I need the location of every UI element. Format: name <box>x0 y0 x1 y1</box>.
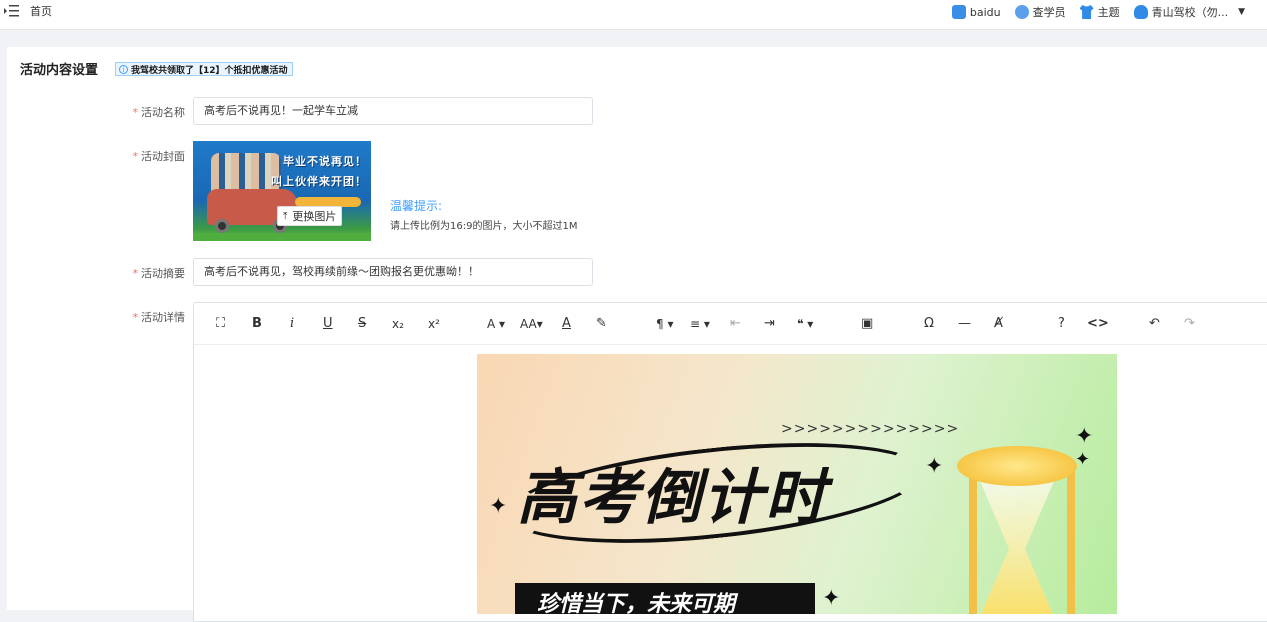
content-panel: 活动内容设置 i 我驾校共领取了【12】个抵扣优惠活动 * 活动名称 高考后不说再… <box>7 47 1267 622</box>
activity-summary-label: * 活动摘要 <box>132 267 186 280</box>
rich-text-editor[interactable]: ⛶ B i U S x₂ x² A ▾ AA▾ A ✎ ¶ ▾ ≡ ▾ ⇤ ⇥ … <box>193 302 1267 622</box>
top-bar: 首页 baidu 查学员 主题 青山驾校（勿... ▼ <box>0 0 1267 30</box>
cover-image[interactable]: 毕业不说再见！ 叫上伙伴来开团！ <box>193 141 371 241</box>
search-user-icon <box>1014 5 1029 19</box>
tip-text: 请上传比例为16:9的图片，大小不超过1M <box>390 221 578 232</box>
user-menu[interactable]: 青山驾校（勿... ▼ <box>1133 4 1253 20</box>
align-button[interactable]: ≡ ▾ <box>690 315 710 333</box>
tip-title: 温馨提示: <box>390 199 443 213</box>
theme-link[interactable]: 主题 <box>1079 4 1120 20</box>
editor-content-image[interactable]: >>>>>>>>>>>>>> 高考倒计时 ✦ ✦ ✦ ✦ ✦ 珍惜当下，未来可期 <box>477 354 1117 614</box>
remove-format-button[interactable]: Ⱥ <box>994 315 1003 333</box>
theme-shirt-icon <box>1079 5 1094 19</box>
search-student-link[interactable]: 查学员 <box>1014 4 1066 20</box>
info-icon: i <box>119 64 128 74</box>
sparkle-icon: ✦ <box>925 454 944 479</box>
user-avatar-icon <box>1133 5 1148 19</box>
sparkle-icon: ✦ <box>822 586 841 611</box>
home-tab[interactable]: 首页 <box>30 3 52 19</box>
baidu-icon <box>951 5 966 19</box>
top-right-menu: baidu 查学员 主题 青山驾校（勿... ▼ <box>951 2 1267 22</box>
activity-cover-label: * 活动封面 <box>132 150 186 163</box>
decorative-arrows: >>>>>>>>>>>>>> <box>781 421 960 437</box>
hourglass-icon <box>977 474 1057 614</box>
outdent-button[interactable]: ⇤ <box>730 315 741 333</box>
special-char-button[interactable]: Ω <box>924 315 934 333</box>
replace-image-button[interactable]: ⤒ 更换图片 <box>277 206 343 226</box>
redo-button[interactable]: ↷ <box>1184 315 1195 333</box>
image-headline: 高考倒计时 <box>517 463 827 533</box>
sparkle-icon: ✦ <box>489 494 508 519</box>
fullscreen-button[interactable]: ⛶ <box>216 315 225 333</box>
activity-detail-label: * 活动详情 <box>132 311 186 324</box>
paragraph-button[interactable]: ¶ ▾ <box>656 315 673 333</box>
insert-image-button[interactable]: ▣ <box>861 315 873 333</box>
subscript-button[interactable]: x₂ <box>392 315 404 333</box>
section-title: 活动内容设置 <box>20 63 99 78</box>
activity-name-label: * 活动名称 <box>132 106 186 119</box>
clear-format-brush-button[interactable]: ✎ <box>596 315 607 333</box>
menu-toggle-icon[interactable] <box>4 4 20 18</box>
font-color-button[interactable]: A ▾ <box>487 315 505 333</box>
sparkle-icon: ✦ <box>1075 449 1091 470</box>
bold-button[interactable]: B <box>252 315 262 333</box>
sparkle-icon: ✦ <box>1075 424 1094 449</box>
editor-toolbar: ⛶ B i U S x₂ x² A ▾ AA▾ A ✎ ¶ ▾ ≡ ▾ ⇤ ⇥ … <box>194 303 1267 345</box>
strikethrough-button[interactable]: S <box>358 315 366 333</box>
cover-title-2: 叫上伙伴来开团！ <box>271 175 367 188</box>
undo-button[interactable]: ↶ <box>1149 315 1160 333</box>
background-color-button[interactable]: A <box>562 315 571 333</box>
indent-button[interactable]: ⇥ <box>764 315 775 333</box>
caret-down-icon: ▼ <box>1238 7 1245 17</box>
notice-badge: i 我驾校共领取了【12】个抵扣优惠活动 <box>115 62 293 76</box>
horizontal-line-button[interactable]: — <box>958 315 971 333</box>
help-button[interactable]: ? <box>1058 315 1065 333</box>
code-view-button[interactable]: <> <box>1087 315 1109 333</box>
activity-name-input[interactable]: 高考后不说再见！一起学车立减 <box>193 97 593 125</box>
baidu-link[interactable]: baidu <box>951 5 1001 19</box>
upload-icon: ⤒ <box>283 210 288 222</box>
activity-summary-input[interactable]: 高考后不说再见，驾校再续前缘～团购报名更优惠呦！！ <box>193 258 593 286</box>
superscript-button[interactable]: x² <box>428 315 440 333</box>
quote-button[interactable]: ❝ ▾ <box>797 315 813 333</box>
underline-button[interactable]: U <box>323 315 333 333</box>
cover-title-1: 毕业不说再见！ <box>283 155 367 168</box>
font-size-button[interactable]: AA▾ <box>520 315 543 333</box>
italic-button[interactable]: i <box>290 315 294 333</box>
